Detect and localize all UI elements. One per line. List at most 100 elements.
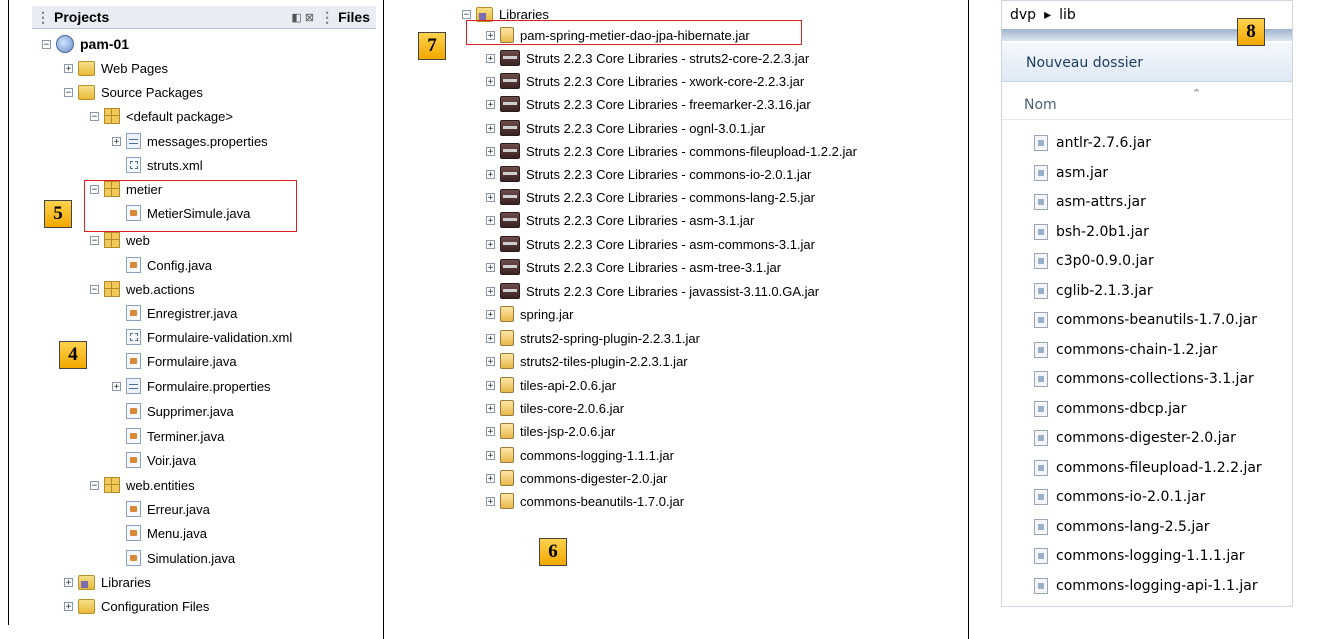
expand-icon[interactable]: +: [486, 450, 495, 460]
tree-node[interactable]: + messages.properties: [112, 129, 268, 153]
tree-node[interactable]: + commons-digester-2.0.jar: [486, 466, 667, 490]
book-icon: [500, 283, 520, 299]
file-row[interactable]: antlr-2.7.6.jar: [1034, 135, 1151, 151]
expand-icon[interactable]: +: [486, 239, 495, 249]
tree-node[interactable]: + Struts 2.2.3 Core Libraries - javassist…: [486, 279, 819, 303]
breadcrumb-lib[interactable]: lib: [1059, 7, 1076, 23]
breadcrumb-dvp[interactable]: dvp: [1010, 7, 1036, 23]
expand-icon[interactable]: +: [486, 333, 495, 343]
expand-icon[interactable]: +: [64, 601, 73, 611]
file-row[interactable]: commons-beanutils-1.7.0.jar: [1034, 312, 1257, 328]
tree-node[interactable]: + Struts 2.2.3 Core Libraries - commons-i…: [486, 162, 811, 186]
expand-icon[interactable]: +: [486, 473, 495, 483]
tree-node[interactable]: + commons-beanutils-1.7.0.jar: [486, 489, 684, 513]
tree-node[interactable]: + Formulaire.properties: [112, 374, 271, 398]
tree-node[interactable]: + Struts 2.2.3 Core Libraries - xwork-cor…: [486, 69, 804, 93]
tree-node[interactable]: − pam-01: [42, 32, 129, 56]
tree-node[interactable]: − Source Packages: [64, 80, 203, 104]
tree-node[interactable]: + Web Pages: [64, 56, 168, 80]
tree-node[interactable]: + Struts 2.2.3 Core Libraries - commons-l…: [486, 185, 815, 209]
expand-icon[interactable]: +: [486, 99, 495, 109]
tree-node[interactable]: + struts2-tiles-plugin-2.2.3.1.jar: [486, 349, 688, 373]
file-row[interactable]: commons-fileupload-1.2.2.jar: [1034, 459, 1262, 476]
collapse-icon[interactable]: −: [90, 111, 99, 121]
file-row[interactable]: commons-logging-api-1.1.jar: [1034, 577, 1258, 594]
file-row[interactable]: bsh-2.0b1.jar: [1034, 223, 1149, 240]
tab-files[interactable]: ⋮ Files: [320, 9, 370, 26]
expand-icon[interactable]: +: [486, 76, 495, 86]
collapse-icon[interactable]: −: [64, 87, 73, 97]
tree-node[interactable]: + Struts 2.2.3 Core Libraries - ognl-3.0.…: [486, 116, 765, 140]
tree-node[interactable]: − web.actions: [90, 277, 195, 301]
tree-node[interactable]: + Struts 2.2.3 Core Libraries - asm-commo…: [486, 232, 815, 256]
collapse-icon[interactable]: −: [90, 235, 99, 245]
file-row[interactable]: cglib-2.1.3.jar: [1034, 282, 1153, 299]
file-row[interactable]: asm-attrs.jar: [1034, 194, 1146, 210]
tree-node[interactable]: Simulation.java: [112, 546, 235, 570]
tree-node[interactable]: Supprimer.java: [112, 399, 234, 423]
column-header-name[interactable]: Nom ⌃: [1002, 83, 1292, 120]
file-name: commons-chain-1.2.jar: [1056, 341, 1218, 358]
collapse-icon[interactable]: −: [42, 39, 51, 49]
new-folder-button[interactable]: Nouveau dossier: [1026, 55, 1143, 71]
tree-node[interactable]: + Struts 2.2.3 Core Libraries - struts2-c…: [486, 46, 809, 70]
expand-icon[interactable]: +: [486, 496, 495, 506]
tree-node[interactable]: + Struts 2.2.3 Core Libraries - freemarke…: [486, 92, 811, 116]
tree-node[interactable]: + commons-logging-1.1.1.jar: [486, 443, 674, 467]
collapse-icon[interactable]: −: [90, 480, 99, 490]
tab-controls[interactable]: ◧ ⊠: [291, 11, 314, 24]
tree-node[interactable]: + Struts 2.2.3 Core Libraries - asm-tree-…: [486, 255, 781, 279]
file-row[interactable]: commons-chain-1.2.jar: [1034, 341, 1218, 358]
expand-icon[interactable]: +: [486, 403, 495, 413]
file-row[interactable]: commons-io-2.0.1.jar: [1034, 489, 1205, 505]
tree-node[interactable]: Erreur.java: [112, 497, 210, 521]
tree-node[interactable]: struts.xml: [112, 153, 203, 177]
tree-node[interactable]: Terminer.java: [112, 424, 224, 448]
jar-file-icon: [1034, 577, 1048, 594]
expand-icon[interactable]: +: [112, 381, 121, 391]
tree-node[interactable]: Formulaire.java: [112, 349, 237, 373]
expand-icon[interactable]: +: [112, 136, 121, 146]
tree-node[interactable]: Menu.java: [112, 521, 207, 545]
collapse-icon[interactable]: −: [462, 9, 471, 19]
file-row[interactable]: commons-logging-1.1.1.jar: [1034, 548, 1245, 564]
expand-icon[interactable]: +: [486, 123, 495, 133]
file-row[interactable]: commons-lang-2.5.jar: [1034, 518, 1210, 535]
expand-icon[interactable]: +: [486, 169, 495, 179]
expand-icon[interactable]: +: [486, 192, 495, 202]
tree-node[interactable]: + Struts 2.2.3 Core Libraries - asm-3.1.j…: [486, 208, 754, 232]
expand-icon[interactable]: +: [486, 426, 495, 436]
file-row[interactable]: commons-digester-2.0.jar: [1034, 430, 1236, 446]
tree-node[interactable]: + tiles-core-2.0.6.jar: [486, 396, 624, 420]
collapse-icon[interactable]: −: [90, 284, 99, 294]
expand-icon[interactable]: +: [486, 309, 495, 319]
tree-node[interactable]: + Configuration Files: [64, 594, 209, 618]
tree-node[interactable]: + spring.jar: [486, 302, 573, 326]
file-row[interactable]: asm.jar: [1034, 164, 1108, 181]
tree-node[interactable]: Voir.java: [112, 448, 196, 472]
tree-node[interactable]: − <default package>: [90, 104, 233, 128]
tree-node[interactable]: Formulaire-validation.xml: [112, 325, 292, 349]
tree-node[interactable]: + struts2-spring-plugin-2.2.3.1.jar: [486, 326, 700, 350]
tree-node[interactable]: + Struts 2.2.3 Core Libraries - commons-f…: [486, 139, 857, 163]
expand-icon[interactable]: +: [486, 286, 495, 296]
expand-icon[interactable]: +: [64, 577, 73, 587]
tree-node[interactable]: Enregistrer.java: [112, 301, 237, 325]
tree-node[interactable]: − web.entities: [90, 473, 195, 497]
expand-icon[interactable]: +: [486, 146, 495, 156]
tree-node[interactable]: + Libraries: [64, 570, 151, 594]
package-icon: [104, 108, 120, 124]
file-row[interactable]: commons-collections-3.1.jar: [1034, 371, 1254, 387]
expand-icon[interactable]: +: [486, 53, 495, 63]
tree-node[interactable]: + tiles-jsp-2.0.6.jar: [486, 419, 615, 443]
expand-icon[interactable]: +: [64, 63, 73, 73]
file-row[interactable]: commons-dbcp.jar: [1034, 400, 1186, 417]
tree-node[interactable]: + tiles-api-2.0.6.jar: [486, 373, 616, 397]
tab-projects[interactable]: ⋮ Projects: [36, 9, 109, 26]
expand-icon[interactable]: +: [486, 262, 495, 272]
file-row[interactable]: c3p0-0.9.0.jar: [1034, 253, 1154, 269]
expand-icon[interactable]: +: [486, 215, 495, 225]
expand-icon[interactable]: +: [486, 356, 495, 366]
tree-node[interactable]: Config.java: [112, 253, 212, 277]
expand-icon[interactable]: +: [486, 380, 495, 390]
